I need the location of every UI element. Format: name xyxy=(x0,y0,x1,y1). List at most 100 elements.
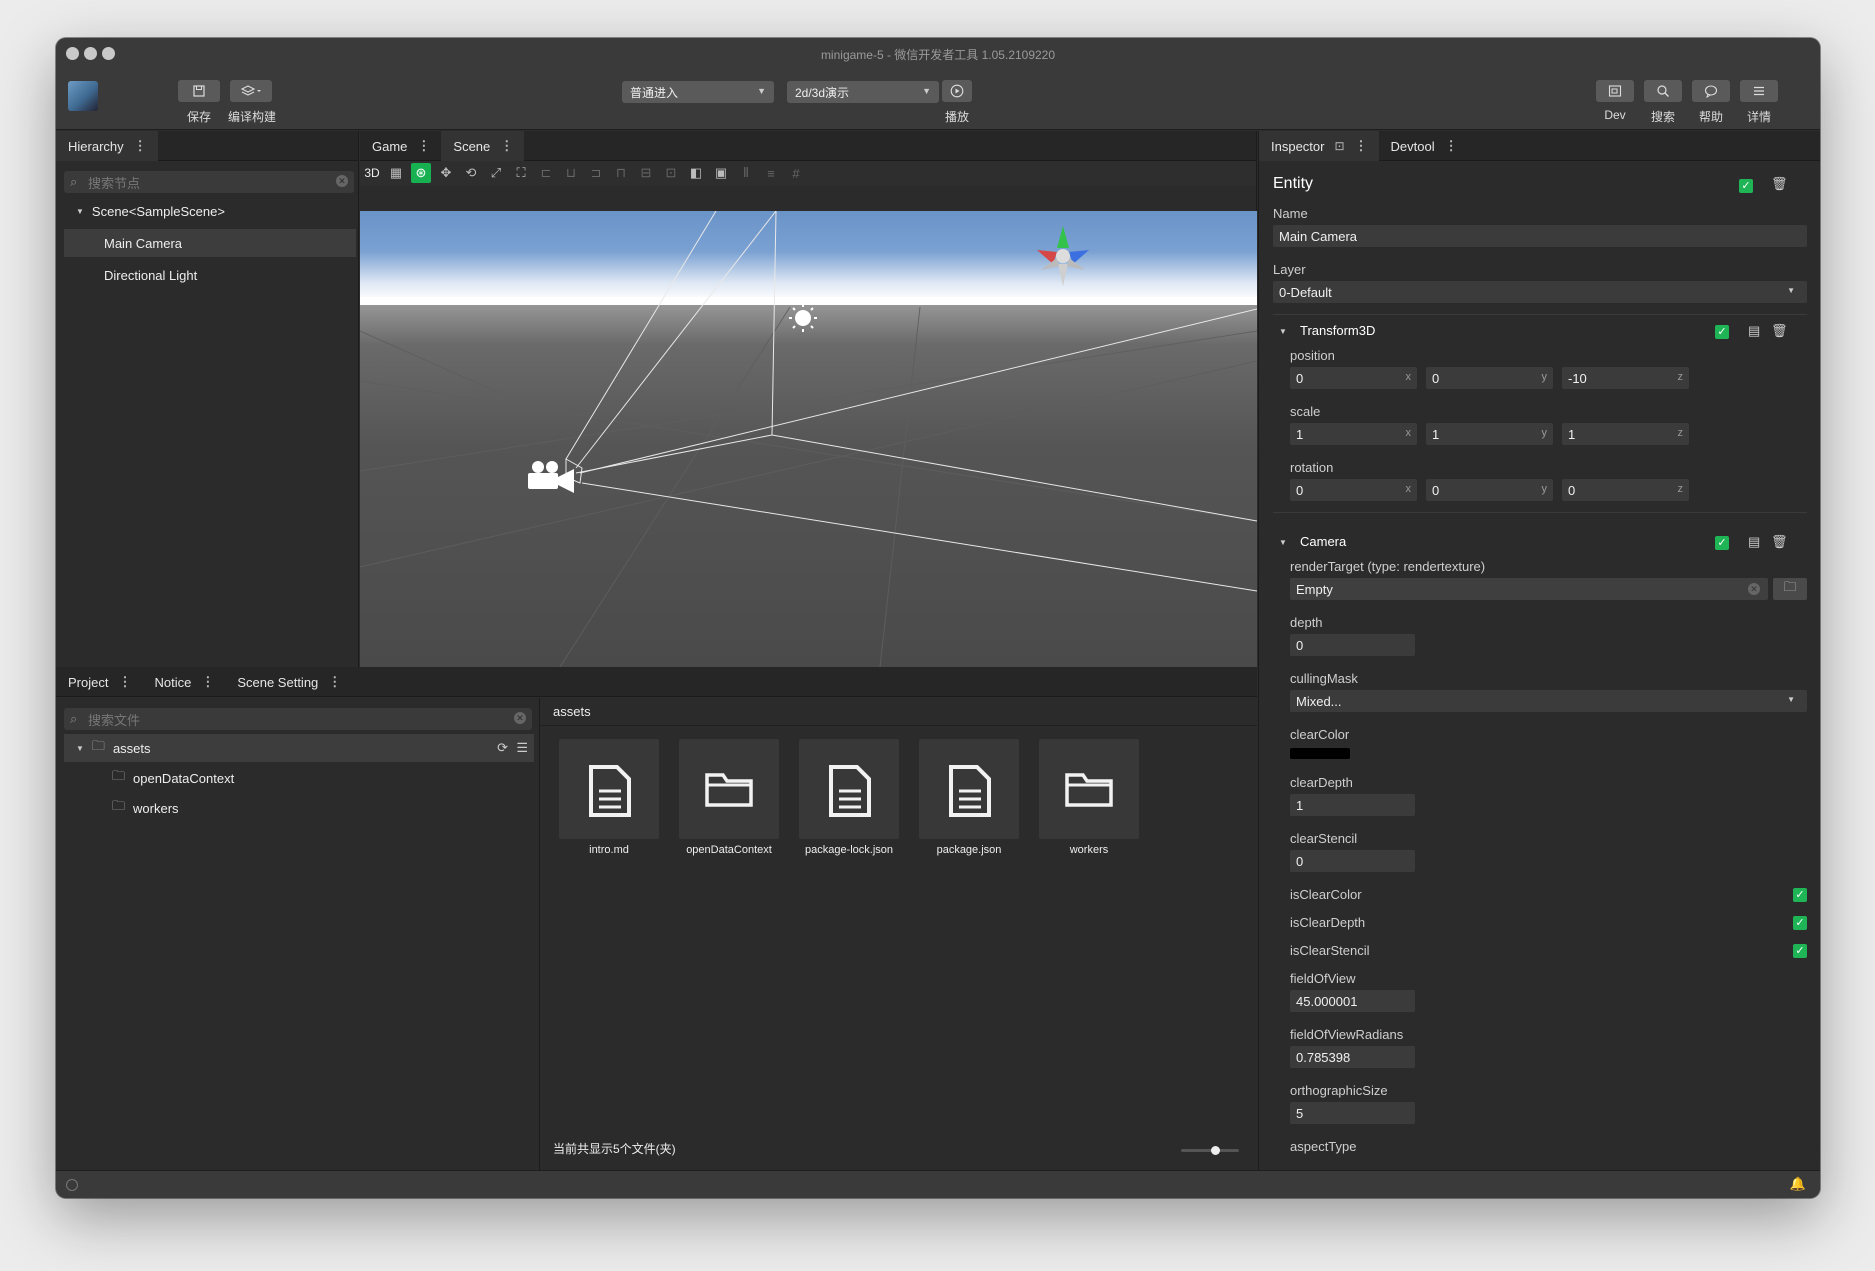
grid-icon[interactable]: ▦ xyxy=(386,163,406,183)
scale-tool-icon[interactable]: ⤢ xyxy=(486,163,506,183)
file-search-input[interactable]: ⌕ 搜索文件 ✕ xyxy=(64,708,532,730)
tab-scene[interactable]: Scene ⋮ xyxy=(441,131,525,161)
distribute-v-icon[interactable]: ≡ xyxy=(761,163,781,183)
align-right-icon[interactable]: ⊐ xyxy=(586,163,606,183)
rotation-y-input[interactable]: 0y xyxy=(1426,479,1553,501)
build-button[interactable] xyxy=(230,80,272,102)
details-button[interactable] xyxy=(1740,80,1778,102)
chevron-down-icon[interactable]: ▼ xyxy=(76,744,84,753)
name-input[interactable]: Main Camera xyxy=(1273,225,1807,247)
lock-icon[interactable]: ⊡ xyxy=(1334,139,1344,153)
more-options-icon[interactable]: ⋮ xyxy=(118,674,131,690)
trash-icon[interactable]: 🗑 xyxy=(1771,176,1788,192)
position-x-input[interactable]: 0x xyxy=(1290,367,1417,389)
is-clear-stencil-checkbox[interactable]: ✓ xyxy=(1793,944,1807,958)
list-menu-icon[interactable]: ☰ xyxy=(516,740,528,756)
clear-depth-input[interactable]: 1 xyxy=(1290,794,1415,816)
culling-mask-select[interactable]: Mixed... ▼ xyxy=(1290,690,1807,712)
tab-notice[interactable]: Notice ⋮ xyxy=(142,667,225,697)
document-icon[interactable]: ▤ xyxy=(1748,323,1760,339)
snap-grid-icon[interactable]: # xyxy=(786,163,806,183)
ortho-size-input[interactable]: 5 xyxy=(1290,1102,1415,1124)
more-options-icon[interactable]: ⋮ xyxy=(1445,138,1458,154)
depth-input[interactable]: 0 xyxy=(1290,634,1415,656)
node-search-input[interactable]: ⌕ 搜索节点 ✕ xyxy=(64,171,354,193)
compile-mode-select[interactable]: 普通进入 ▼ xyxy=(622,81,774,103)
fov-radians-input[interactable]: 0.785398 xyxy=(1290,1046,1415,1068)
chevron-down-icon[interactable]: ▼ xyxy=(1279,538,1287,547)
layout-icon[interactable]: ◧ xyxy=(686,163,706,183)
clear-icon[interactable]: ✕ xyxy=(336,175,348,187)
tab-inspector[interactable]: Inspector ⊡ ⋮ xyxy=(1259,131,1379,161)
asset-package-lock-json[interactable] xyxy=(799,739,899,839)
chevron-down-icon[interactable]: ▼ xyxy=(76,207,84,216)
tab-hierarchy[interactable]: Hierarchy ⋮ xyxy=(56,131,158,161)
tree-root-scene[interactable]: ▼ Scene<SampleScene> xyxy=(64,197,356,225)
dev-button[interactable] xyxy=(1596,80,1634,102)
align-center-icon[interactable]: ⊔ xyxy=(561,163,581,183)
folder-assets[interactable]: ▼ 🗀 assets ⟳ ☰ xyxy=(64,734,534,762)
document-icon[interactable]: ▤ xyxy=(1748,534,1760,550)
tab-scene-setting[interactable]: Scene Setting ⋮ xyxy=(225,667,352,697)
tree-item-directional-light[interactable]: Directional Light xyxy=(64,261,356,289)
align-bottom-icon[interactable]: ⊡ xyxy=(661,163,681,183)
is-clear-color-checkbox[interactable]: ✓ xyxy=(1793,888,1807,902)
layer-select[interactable]: 0-Default ▼ xyxy=(1273,281,1807,303)
scale-x-input[interactable]: 1x xyxy=(1290,423,1417,445)
clear-stencil-input[interactable]: 0 xyxy=(1290,850,1415,872)
more-options-icon[interactable]: ⋮ xyxy=(201,674,214,690)
scene-select[interactable]: 2d/3d演示 ▼ xyxy=(787,81,939,103)
tree-item-main-camera[interactable]: Main Camera xyxy=(64,229,356,257)
tab-game[interactable]: Game ⋮ xyxy=(360,131,441,161)
align-middle-icon[interactable]: ⊟ xyxy=(636,163,656,183)
clear-icon[interactable]: ✕ xyxy=(514,712,526,724)
fov-input[interactable]: 45.000001 xyxy=(1290,990,1415,1012)
is-clear-depth-checkbox[interactable]: ✓ xyxy=(1793,916,1807,930)
more-options-icon[interactable]: ⋮ xyxy=(1355,138,1368,154)
thumbnail-size-slider[interactable] xyxy=(1181,1146,1239,1155)
clear-icon[interactable]: ✕ xyxy=(1748,583,1760,595)
avatar[interactable] xyxy=(68,81,98,111)
rotate-tool-icon[interactable]: ⟲ xyxy=(461,163,481,183)
search-button[interactable] xyxy=(1644,80,1682,102)
scale-y-input[interactable]: 1y xyxy=(1426,423,1553,445)
align-left-icon[interactable]: ⊏ xyxy=(536,163,556,183)
more-options-icon[interactable]: ⋮ xyxy=(328,674,341,690)
rotation-x-input[interactable]: 0x xyxy=(1290,479,1417,501)
asset-opendatacontext[interactable] xyxy=(679,739,779,839)
asset-workers[interactable] xyxy=(1039,739,1139,839)
more-options-icon[interactable]: ⋮ xyxy=(500,138,513,154)
asset-intro-md[interactable] xyxy=(559,739,659,839)
toggle-3d-button[interactable]: 3D xyxy=(362,163,382,183)
camera-enabled-checkbox[interactable]: ✓ xyxy=(1715,536,1729,550)
trash-icon[interactable]: 🗑 xyxy=(1771,323,1788,339)
trash-icon[interactable]: 🗑 xyxy=(1771,534,1788,550)
more-options-icon[interactable]: ⋮ xyxy=(417,138,430,154)
position-z-input[interactable]: -10 z xyxy=(1562,367,1689,389)
asset-package-json[interactable] xyxy=(919,739,1019,839)
scene-viewport[interactable] xyxy=(360,211,1257,667)
transform-enabled-checkbox[interactable]: ✓ xyxy=(1715,325,1729,339)
tab-devtool[interactable]: Devtool ⋮ xyxy=(1379,131,1469,161)
status-indicator-icon[interactable] xyxy=(66,1179,78,1191)
bell-icon[interactable]: 🔔 xyxy=(1790,1176,1806,1192)
rotation-z-input[interactable]: 0z xyxy=(1562,479,1689,501)
align-top-icon[interactable]: ⊓ xyxy=(611,163,631,183)
position-y-input[interactable]: 0y xyxy=(1426,367,1553,389)
tab-project[interactable]: Project ⋮ xyxy=(56,667,142,697)
chevron-down-icon[interactable]: ▼ xyxy=(1279,327,1287,336)
fit-icon[interactable]: ▣ xyxy=(711,163,731,183)
render-target-field[interactable]: Empty ✕ xyxy=(1290,578,1768,600)
scale-z-input[interactable]: 1z xyxy=(1562,423,1689,445)
folder-opendatacontext[interactable]: 🗀 openDataContext xyxy=(64,764,356,792)
save-button[interactable] xyxy=(178,80,220,102)
orbit-tool-icon[interactable]: ⊛ xyxy=(411,163,431,183)
slider-thumb[interactable] xyxy=(1211,1146,1220,1155)
browse-folder-button[interactable]: 🗀 xyxy=(1773,578,1807,600)
help-button[interactable] xyxy=(1692,80,1730,102)
more-options-icon[interactable]: ⋮ xyxy=(134,138,147,154)
folder-workers[interactable]: 🗀 workers xyxy=(64,794,356,822)
entity-active-checkbox[interactable]: ✓ xyxy=(1739,179,1753,193)
rect-tool-icon[interactable]: ⛶ xyxy=(511,163,531,183)
move-tool-icon[interactable]: ✥ xyxy=(436,163,456,183)
